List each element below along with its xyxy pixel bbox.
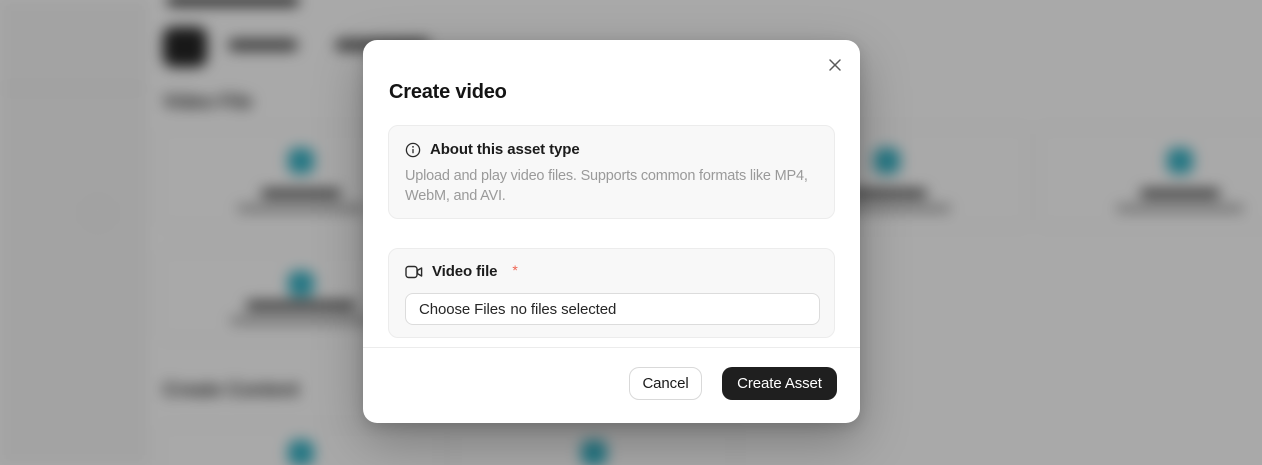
about-description: Upload and play video files. Supports co…: [405, 166, 829, 206]
close-button[interactable]: [824, 54, 846, 76]
close-icon: [828, 58, 842, 72]
info-icon: [405, 142, 421, 158]
video-file-field-box: Video file * Choose Files no files selec…: [388, 248, 835, 338]
footer-divider: [363, 347, 860, 348]
create-asset-button[interactable]: Create Asset: [722, 367, 837, 400]
cancel-button[interactable]: Cancel: [629, 367, 702, 400]
modal-title: Create video: [389, 81, 507, 104]
create-video-modal: Create video About this asset type Uploa…: [363, 40, 860, 423]
required-marker: *: [512, 262, 517, 278]
about-asset-type-box: About this asset type Upload and play vi…: [388, 125, 835, 219]
about-title: About this asset type: [430, 141, 580, 158]
file-input-status: no files selected: [510, 301, 616, 318]
video-camera-icon: [405, 265, 423, 279]
video-file-input[interactable]: Choose Files no files selected: [405, 293, 820, 325]
video-file-label: Video file: [432, 263, 497, 280]
choose-files-button[interactable]: Choose Files: [419, 301, 505, 318]
screen: ‹ Video File: [0, 0, 1262, 465]
modal-footer: Cancel Create Asset: [363, 367, 860, 400]
